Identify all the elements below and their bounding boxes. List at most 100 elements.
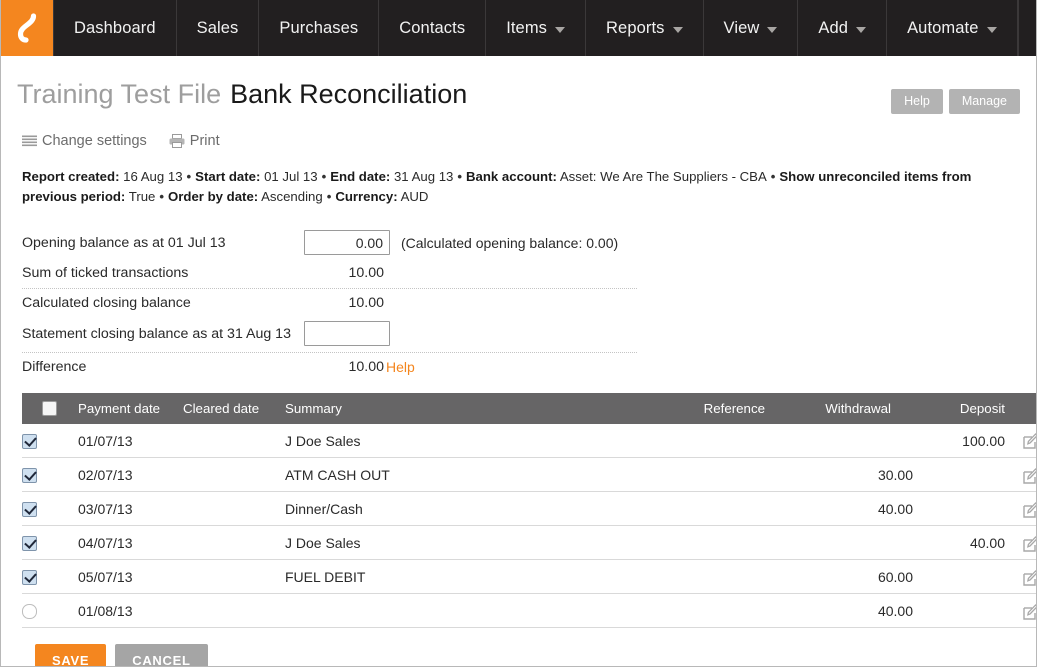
row-checkbox[interactable] (22, 434, 37, 449)
action-links: Change settings Print (17, 133, 1020, 149)
row-edit-cell (1005, 424, 1037, 458)
nav-item-dashboard[interactable]: Dashboard (53, 0, 177, 56)
statement-closing-input[interactable] (304, 321, 390, 346)
row-checkbox[interactable] (22, 502, 37, 517)
edit-icon[interactable] (1023, 433, 1037, 449)
difference-help-link[interactable]: Help (386, 359, 415, 375)
sum-ticked-value: 10.00 (304, 265, 389, 281)
row-deposit (913, 492, 1005, 526)
print-link[interactable]: Print (169, 133, 220, 149)
row-summary: ATM CASH OUT (285, 458, 605, 492)
table-row[interactable]: 02/07/13 ATM CASH OUT 30.00 (22, 458, 1037, 492)
end-date-label: End date: (330, 169, 390, 184)
calculated-closing-row: Calculated closing balance 10.00 (22, 290, 637, 317)
nav-item-contacts[interactable]: Contacts (379, 0, 486, 56)
row-checkbox[interactable] (22, 468, 37, 483)
report-name: Bank Reconciliation (230, 79, 467, 109)
report-created-value: 16 Aug 13 (123, 169, 182, 184)
row-payment-date: 02/07/13 (78, 458, 183, 492)
row-checkbox[interactable] (22, 604, 37, 619)
row-reference (605, 492, 773, 526)
edit-icon[interactable] (1023, 502, 1037, 518)
settings-list-icon (22, 135, 37, 148)
edit-icon[interactable] (1023, 570, 1037, 586)
calculated-closing-label: Calculated closing balance (22, 295, 304, 311)
nav-item-items[interactable]: Items (486, 0, 586, 56)
print-label: Print (190, 133, 220, 149)
nav-label: Add (818, 19, 848, 38)
statement-closing-row: Statement closing balance as at 31 Aug 1… (22, 317, 637, 351)
row-edit-cell (1005, 594, 1037, 628)
table-row[interactable]: 01/08/13 40.00 (22, 594, 1037, 628)
opening-balance-label: Opening balance as at 01 Jul 13 (22, 235, 304, 251)
column-summary[interactable]: Summary (285, 393, 605, 424)
meta-separator: • (767, 169, 780, 184)
header-buttons: Help Manage (891, 81, 1020, 114)
row-deposit: 100.00 (913, 424, 1005, 458)
nav-item-reports[interactable]: Reports (586, 0, 703, 56)
column-cleared-date[interactable]: Cleared date (183, 393, 285, 424)
meta-separator: • (183, 169, 196, 184)
column-deposit[interactable]: Deposit (913, 393, 1005, 424)
table-row[interactable]: 05/07/13 FUEL DEBIT 60.00 (22, 560, 1037, 594)
cancel-button[interactable]: CANCEL (115, 644, 207, 667)
row-cleared-date (183, 492, 285, 526)
nav-item-view[interactable]: View (704, 0, 799, 56)
column-reference[interactable]: Reference (605, 393, 773, 424)
meta-separator: • (318, 169, 331, 184)
row-cleared-date (183, 458, 285, 492)
calculated-closing-value: 10.00 (304, 295, 389, 311)
file-name: Training Test File (17, 79, 221, 109)
chevron-down-icon (767, 27, 777, 33)
row-withdrawal: 40.00 (773, 492, 913, 526)
row-payment-date: 01/08/13 (78, 594, 183, 628)
row-reference (605, 594, 773, 628)
table-body: 01/07/13 J Doe Sales 100.00 (22, 424, 1037, 628)
row-summary (285, 594, 605, 628)
bank-reconciliation-page: Dashboard Sales Purchases Contacts Items… (0, 0, 1037, 667)
start-date-value: 01 Jul 13 (264, 169, 318, 184)
table-row[interactable]: 04/07/13 J Doe Sales 40.00 (22, 526, 1037, 560)
column-edit (1005, 393, 1037, 424)
start-date-label: Start date: (195, 169, 260, 184)
row-deposit: 40.00 (913, 526, 1005, 560)
row-summary: J Doe Sales (285, 526, 605, 560)
edit-icon[interactable] (1023, 468, 1037, 484)
row-checkbox[interactable] (22, 570, 37, 585)
row-summary: J Doe Sales (285, 424, 605, 458)
difference-row: Difference 10.00 Help (22, 354, 637, 381)
nav-item-sales[interactable]: Sales (177, 0, 260, 56)
column-payment-date[interactable]: Payment date (78, 393, 183, 424)
edit-icon[interactable] (1023, 536, 1037, 552)
calculated-opening-note: (Calculated opening balance: 0.00) (401, 235, 618, 251)
nav-label: Items (506, 19, 547, 38)
top-navigation-bar: Dashboard Sales Purchases Contacts Items… (1, 0, 1036, 56)
order-by-value: Ascending (261, 189, 323, 204)
nav-item-add[interactable]: Add (798, 0, 887, 56)
app-logo[interactable] (1, 0, 53, 56)
opening-balance-input[interactable] (304, 230, 390, 255)
report-created-label: Report created: (22, 169, 119, 184)
save-button[interactable]: SAVE (35, 644, 106, 667)
nav-label: Contacts (399, 19, 465, 38)
row-summary: FUEL DEBIT (285, 560, 605, 594)
chevron-down-icon (987, 27, 997, 33)
column-withdrawal[interactable]: Withdrawal (773, 393, 913, 424)
row-withdrawal: 40.00 (773, 594, 913, 628)
manage-button[interactable]: Manage (949, 89, 1020, 114)
select-all-checkbox[interactable] (42, 401, 57, 416)
table-row[interactable]: 03/07/13 Dinner/Cash 40.00 (22, 492, 1037, 526)
nav-item-purchases[interactable]: Purchases (259, 0, 379, 56)
nav-item-automate[interactable]: Automate (887, 0, 1017, 56)
form-actions: SAVE CANCEL (35, 644, 1020, 667)
table-row[interactable]: 01/07/13 J Doe Sales 100.00 (22, 424, 1037, 458)
help-button[interactable]: Help (891, 89, 943, 114)
row-payment-date: 03/07/13 (78, 492, 183, 526)
row-deposit (913, 594, 1005, 628)
edit-icon[interactable] (1023, 604, 1037, 620)
row-checkbox-cell (22, 594, 78, 628)
settings-button[interactable] (1018, 0, 1037, 56)
opening-balance-row: Opening balance as at 01 Jul 13 (Calcula… (22, 226, 637, 260)
change-settings-link[interactable]: Change settings (22, 133, 147, 149)
row-checkbox[interactable] (22, 536, 37, 551)
